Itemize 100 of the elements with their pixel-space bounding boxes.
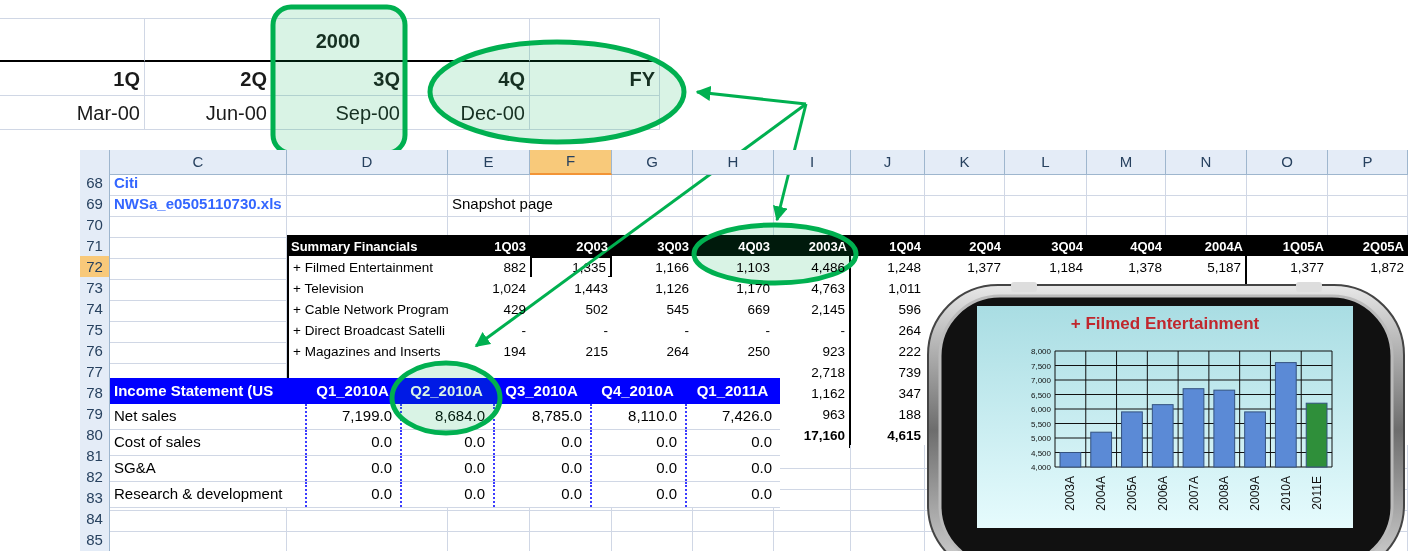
table-cell-text: 7,199.0 [341, 406, 392, 427]
table-cell-text: 5,187 [1207, 259, 1241, 277]
column-heading: 2Q03 [576, 238, 608, 256]
column-heading: 3Q04 [1051, 238, 1083, 256]
chart-bar [1090, 431, 1113, 468]
table-cell-text: + Direct Broadcast Satelli [293, 321, 445, 340]
column-header[interactable]: O [1247, 150, 1328, 175]
axis-category-label: 2010A [1278, 476, 1293, 511]
row-number[interactable]: 80 [80, 424, 110, 448]
table-cell-text: 188 [898, 405, 921, 424]
table-cell-text: 1,377 [1290, 259, 1324, 277]
axis-tick-label: 4,500 [1030, 448, 1051, 458]
table-cell-text: 963 [822, 405, 845, 424]
table-cell-text: 1,872 [1370, 259, 1404, 277]
row-number[interactable]: 75 [80, 319, 110, 343]
row-label: Cost of sales [114, 432, 201, 453]
column-heading: 4Q04 [1130, 238, 1162, 256]
row-label: SG&A [114, 458, 156, 479]
column-header[interactable]: N [1166, 150, 1247, 175]
quarter-header: 3Q [373, 66, 400, 92]
row-number[interactable]: 76 [80, 340, 110, 364]
row-number[interactable]: 78 [80, 382, 110, 406]
column-heading: Q3_2010A [505, 380, 578, 401]
table-cell-text: 1,011 [888, 279, 921, 298]
column-header[interactable]: E [448, 150, 530, 175]
column-header[interactable]: J [851, 150, 925, 175]
axis-tick-label: 5,500 [1030, 419, 1051, 429]
column-heading: 2003A [808, 238, 847, 256]
table-cell-text: 0.0 [464, 432, 485, 453]
file-label: Citi [114, 173, 139, 193]
select-all-corner[interactable] [80, 150, 110, 175]
column-header[interactable]: P [1328, 150, 1408, 175]
chart-bar [1244, 411, 1266, 468]
table-cell-text: 0.0 [464, 484, 485, 505]
column-header[interactable]: M [1087, 150, 1166, 175]
quarter-header: 1Q [113, 66, 140, 92]
table-cell-text: 8,110.0 [628, 406, 677, 427]
row-number[interactable]: 74 [80, 298, 110, 322]
column-heading: Q1_2010A [316, 380, 389, 401]
table-cell-text: 739 [898, 363, 921, 382]
table-cell-text: 1,378 [1128, 259, 1162, 277]
column-heading: Q2_2010A [410, 380, 483, 401]
table-cell-text: 264 [898, 321, 921, 340]
table-cell-text: 7,426.0 [721, 406, 772, 427]
chart-bar [1305, 402, 1328, 468]
row-number[interactable]: 83 [80, 487, 110, 511]
row-number[interactable]: 82 [80, 466, 110, 490]
quarter-header: FY [629, 66, 655, 92]
row-number[interactable]: 69 [80, 193, 110, 217]
file-label: NWSa_e0505110730.xls [114, 194, 282, 214]
table-cell-text: 669 [747, 300, 770, 319]
table-cell-text: 0.0 [656, 484, 677, 505]
axis-category-label: 2004A [1094, 476, 1109, 511]
sheet-title: Snapshot page [452, 194, 553, 214]
column-header[interactable]: C [110, 150, 287, 175]
column-heading: 2Q04 [969, 238, 1001, 256]
axis-tick-label: 7,000 [1030, 376, 1051, 385]
row-number[interactable]: 81 [80, 445, 110, 469]
axis-category-label: 2011E [1309, 476, 1324, 510]
column-header[interactable]: F [530, 150, 612, 175]
column-header[interactable]: I [774, 150, 851, 175]
column-header[interactable]: K [925, 150, 1005, 175]
row-number[interactable]: 70 [80, 214, 110, 238]
axis-tick-label: 7,500 [1030, 361, 1051, 371]
table-cell-text: + Filmed Entertainment [293, 259, 433, 277]
table-cell-text: 0.0 [561, 458, 582, 479]
table-cell-text: 8,684.0 [434, 406, 485, 427]
column-header[interactable]: H [693, 150, 774, 175]
table-cell-text: 0.0 [464, 458, 485, 479]
row-number[interactable]: 73 [80, 277, 110, 301]
table-cell-text: 0.0 [371, 458, 392, 479]
table-cell-text: 2,718 [811, 363, 845, 382]
table-cell-text: 250 [747, 342, 770, 361]
table-cell-text: 1,170 [736, 279, 770, 298]
table-cell-text: 222 [898, 342, 921, 361]
date-cell-text: Mar-00 [76, 100, 140, 126]
table-cell-text: 1,024 [492, 279, 526, 298]
table-cell-text: 0.0 [561, 432, 582, 453]
row-number[interactable]: 71 [80, 235, 110, 259]
column-header[interactable]: L [1005, 150, 1087, 175]
table-cell-text: - [765, 321, 770, 340]
column-header[interactable]: D [287, 150, 448, 175]
table-cell-text: 4,615 [887, 426, 921, 445]
table-cell-text: 0.0 [656, 432, 677, 453]
row-number[interactable]: 79 [80, 403, 110, 427]
column-heading: Summary Financials [291, 238, 418, 256]
row-number[interactable]: 85 [80, 529, 110, 551]
table-cell-text: 429 [503, 300, 526, 319]
column-heading: 2004A [1204, 238, 1243, 256]
row-number[interactable]: 77 [80, 361, 110, 385]
table-cell-text: 0.0 [656, 458, 677, 479]
table-cell-text: 0.0 [751, 484, 772, 505]
table-cell-text: 1,162 [811, 384, 845, 403]
row-number[interactable]: 84 [80, 508, 110, 532]
table-cell-text: 1,103 [736, 259, 770, 277]
column-header[interactable]: G [612, 150, 693, 175]
table-cell-text: - [840, 321, 845, 340]
table-cell-text: 17,160 [803, 426, 845, 445]
column-heading: Q1_2011A [696, 380, 769, 401]
row-number[interactable]: 68 [80, 172, 110, 196]
